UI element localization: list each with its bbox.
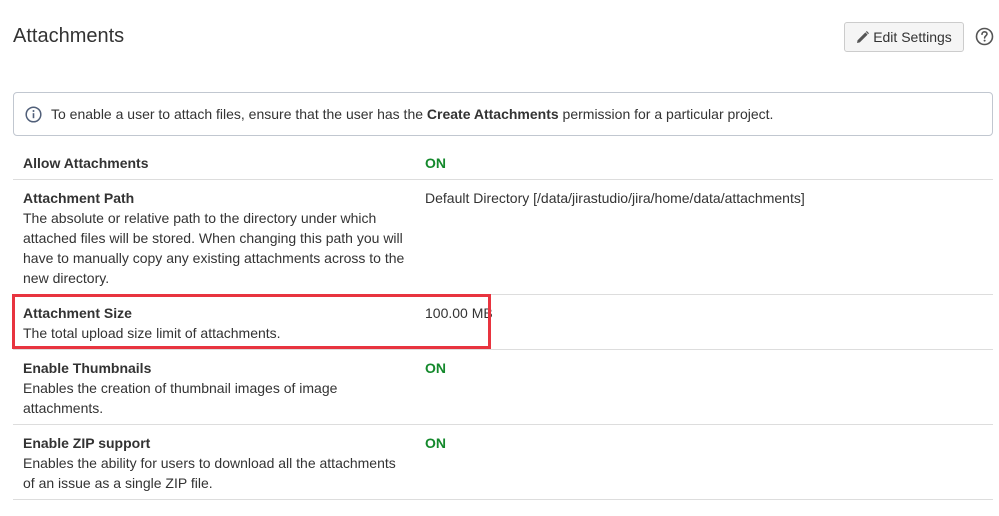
setting-value: ON — [425, 435, 446, 451]
setting-description: Enables the ability for users to downloa… — [23, 455, 396, 491]
setting-row-enable-zip-support: Enable ZIP support Enables the ability f… — [13, 424, 993, 500]
setting-name: Enable Thumbnails — [23, 360, 152, 376]
setting-name: Attachment Size — [23, 305, 132, 321]
pencil-icon — [856, 30, 870, 44]
page-title: Attachments — [13, 25, 125, 47]
info-message: To enable a user to attach files, ensure… — [13, 92, 993, 136]
setting-value: ON — [425, 360, 446, 376]
setting-value: Default Directory [/data/jirastudio/jira… — [425, 190, 805, 206]
info-icon — [25, 105, 42, 123]
setting-value: ON — [425, 155, 446, 171]
setting-value: 100.00 MB — [425, 305, 493, 321]
info-message-text: To enable a user to attach files, ensure… — [51, 106, 774, 122]
setting-name: Allow Attachments — [23, 155, 149, 171]
edit-settings-label: Edit Settings — [873, 29, 952, 45]
setting-name: Enable ZIP support — [23, 435, 151, 451]
setting-description: The absolute or relative path to the dir… — [23, 210, 405, 286]
setting-row-attachment-path: Attachment Path The absolute or relative… — [13, 179, 993, 295]
setting-row-allow-attachments: Allow Attachments ON — [13, 145, 993, 180]
setting-description: Enables the creation of thumbnail images… — [23, 380, 338, 416]
info-message-permission: Create Attachments — [426, 106, 559, 122]
setting-row-attachment-size: Attachment Size The total upload size li… — [13, 294, 993, 350]
edit-settings-button[interactable]: Edit Settings — [844, 22, 964, 52]
help-icon[interactable] — [975, 27, 994, 46]
setting-row-enable-thumbnails: Enable Thumbnails Enables the creation o… — [13, 349, 993, 425]
settings-table: Allow Attachments ON Attachment Path The… — [13, 145, 993, 500]
setting-name: Attachment Path — [23, 190, 135, 206]
setting-description: The total upload size limit of attachmen… — [23, 325, 281, 341]
